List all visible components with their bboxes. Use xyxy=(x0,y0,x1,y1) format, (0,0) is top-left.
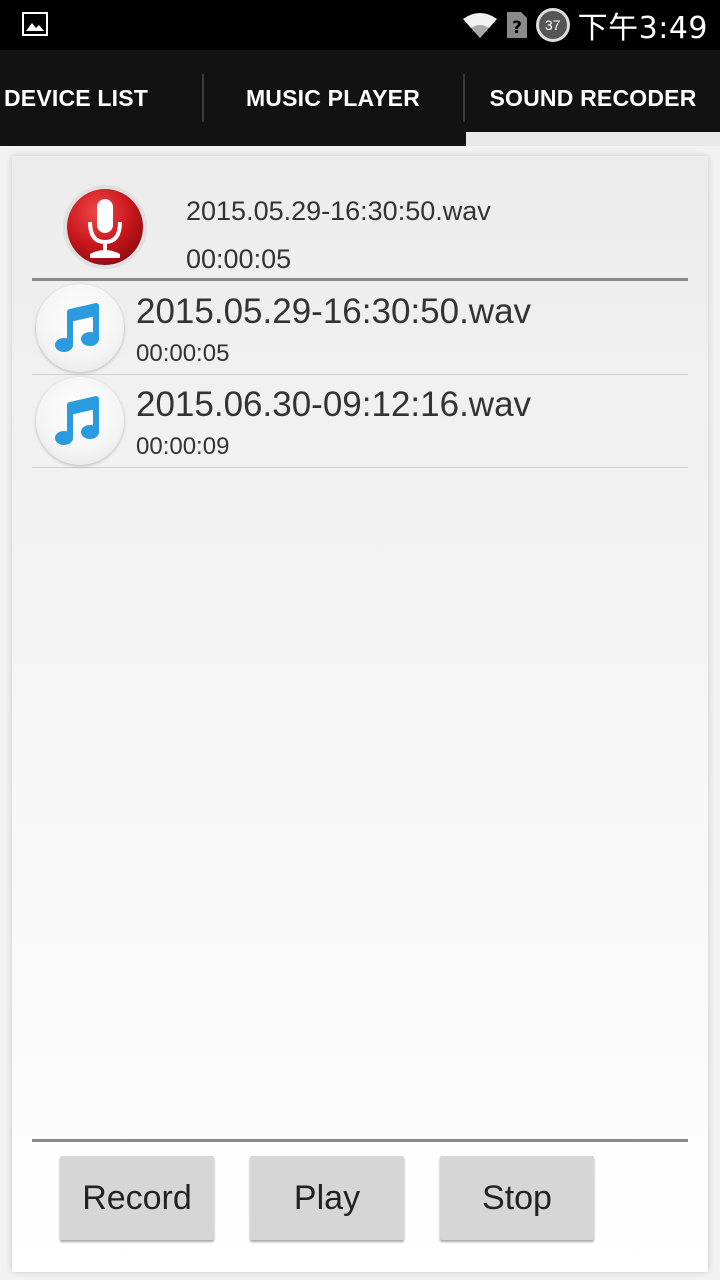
status-bar: ? 37 下午3:49 xyxy=(0,0,720,50)
microphone-icon[interactable] xyxy=(62,184,148,270)
wifi-icon xyxy=(462,13,497,38)
current-duration: 00:00:05 xyxy=(186,244,292,274)
controls-divider xyxy=(32,1139,688,1142)
tab-label: SOUND RECODER xyxy=(489,84,697,111)
tab-selected-indicator xyxy=(466,132,720,146)
tab-device-list[interactable]: DEVICE LIST xyxy=(0,50,202,146)
play-button[interactable]: Play xyxy=(250,1156,404,1240)
tab-label: MUSIC PLAYER xyxy=(245,84,421,111)
current-filename: 2015.05.29-16:30:50.wav xyxy=(186,196,491,226)
recording-filename: 2015.06.30-09:12:16.wav xyxy=(136,385,532,424)
stop-button[interactable]: Stop xyxy=(440,1156,594,1240)
no-sim-icon: ? xyxy=(506,12,527,38)
record-button[interactable]: Record xyxy=(60,1156,214,1240)
music-note-icon xyxy=(36,377,124,465)
music-note-icon xyxy=(36,284,124,372)
recording-duration: 00:00:05 xyxy=(136,340,230,367)
tab-separator xyxy=(463,74,465,122)
recording-filename: 2015.05.29-16:30:50.wav xyxy=(136,292,532,331)
recorder-panel: 2015.05.29-16:30:50.wav 00:00:05 2015.05… xyxy=(12,156,708,1272)
tab-bar: DEVICE LIST MUSIC PLAYER SOUND RECODER xyxy=(0,50,720,146)
recording-duration: 00:00:09 xyxy=(136,433,230,460)
status-icons: ? 37 下午3:49 xyxy=(462,0,708,50)
list-item[interactable]: 2015.06.30-09:12:16.wav 00:00:09 xyxy=(32,375,688,468)
svg-text:?: ? xyxy=(512,18,522,38)
tab-music-player[interactable]: MUSIC PLAYER xyxy=(204,50,462,146)
list-item[interactable]: 2015.05.29-16:30:50.wav 00:00:05 xyxy=(32,282,688,375)
image-icon xyxy=(22,12,48,36)
status-time: 下午3:49 xyxy=(577,11,708,46)
tab-label: DEVICE LIST xyxy=(4,84,149,111)
current-recording-header: 2015.05.29-16:30:50.wav 00:00:05 xyxy=(32,168,688,280)
battery-icon: 37 xyxy=(535,8,570,42)
battery-level: 37 xyxy=(544,17,561,33)
list-divider xyxy=(32,278,688,281)
recordings-list: 2015.05.29-16:30:50.wav 00:00:05 2015.06… xyxy=(32,282,688,468)
